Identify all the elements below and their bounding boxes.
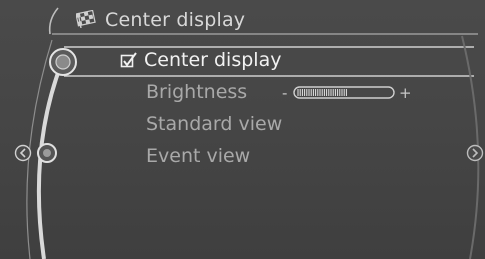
- menu-item-center-display[interactable]: Center display: [144, 49, 281, 71]
- checkered-flag-icon: [76, 10, 96, 28]
- brightness-slider[interactable]: - +: [280, 83, 412, 103]
- menu-item-standard-view[interactable]: Standard view: [146, 113, 282, 135]
- menu-item-event-view[interactable]: Event view: [146, 145, 250, 167]
- menu-item-brightness[interactable]: Brightness: [146, 81, 247, 103]
- brightness-plus-label: +: [399, 84, 412, 102]
- back-arrow-icon[interactable]: [14, 144, 32, 162]
- brightness-minus-label: -: [282, 84, 287, 102]
- center-display-screen: Center display Center display Brightness…: [0, 0, 485, 259]
- checkbox-checked-icon[interactable]: [120, 52, 138, 70]
- forward-arrow-icon[interactable]: [466, 144, 484, 162]
- page-title: Center display: [105, 9, 246, 31]
- brightness-level-fill: [297, 89, 347, 96]
